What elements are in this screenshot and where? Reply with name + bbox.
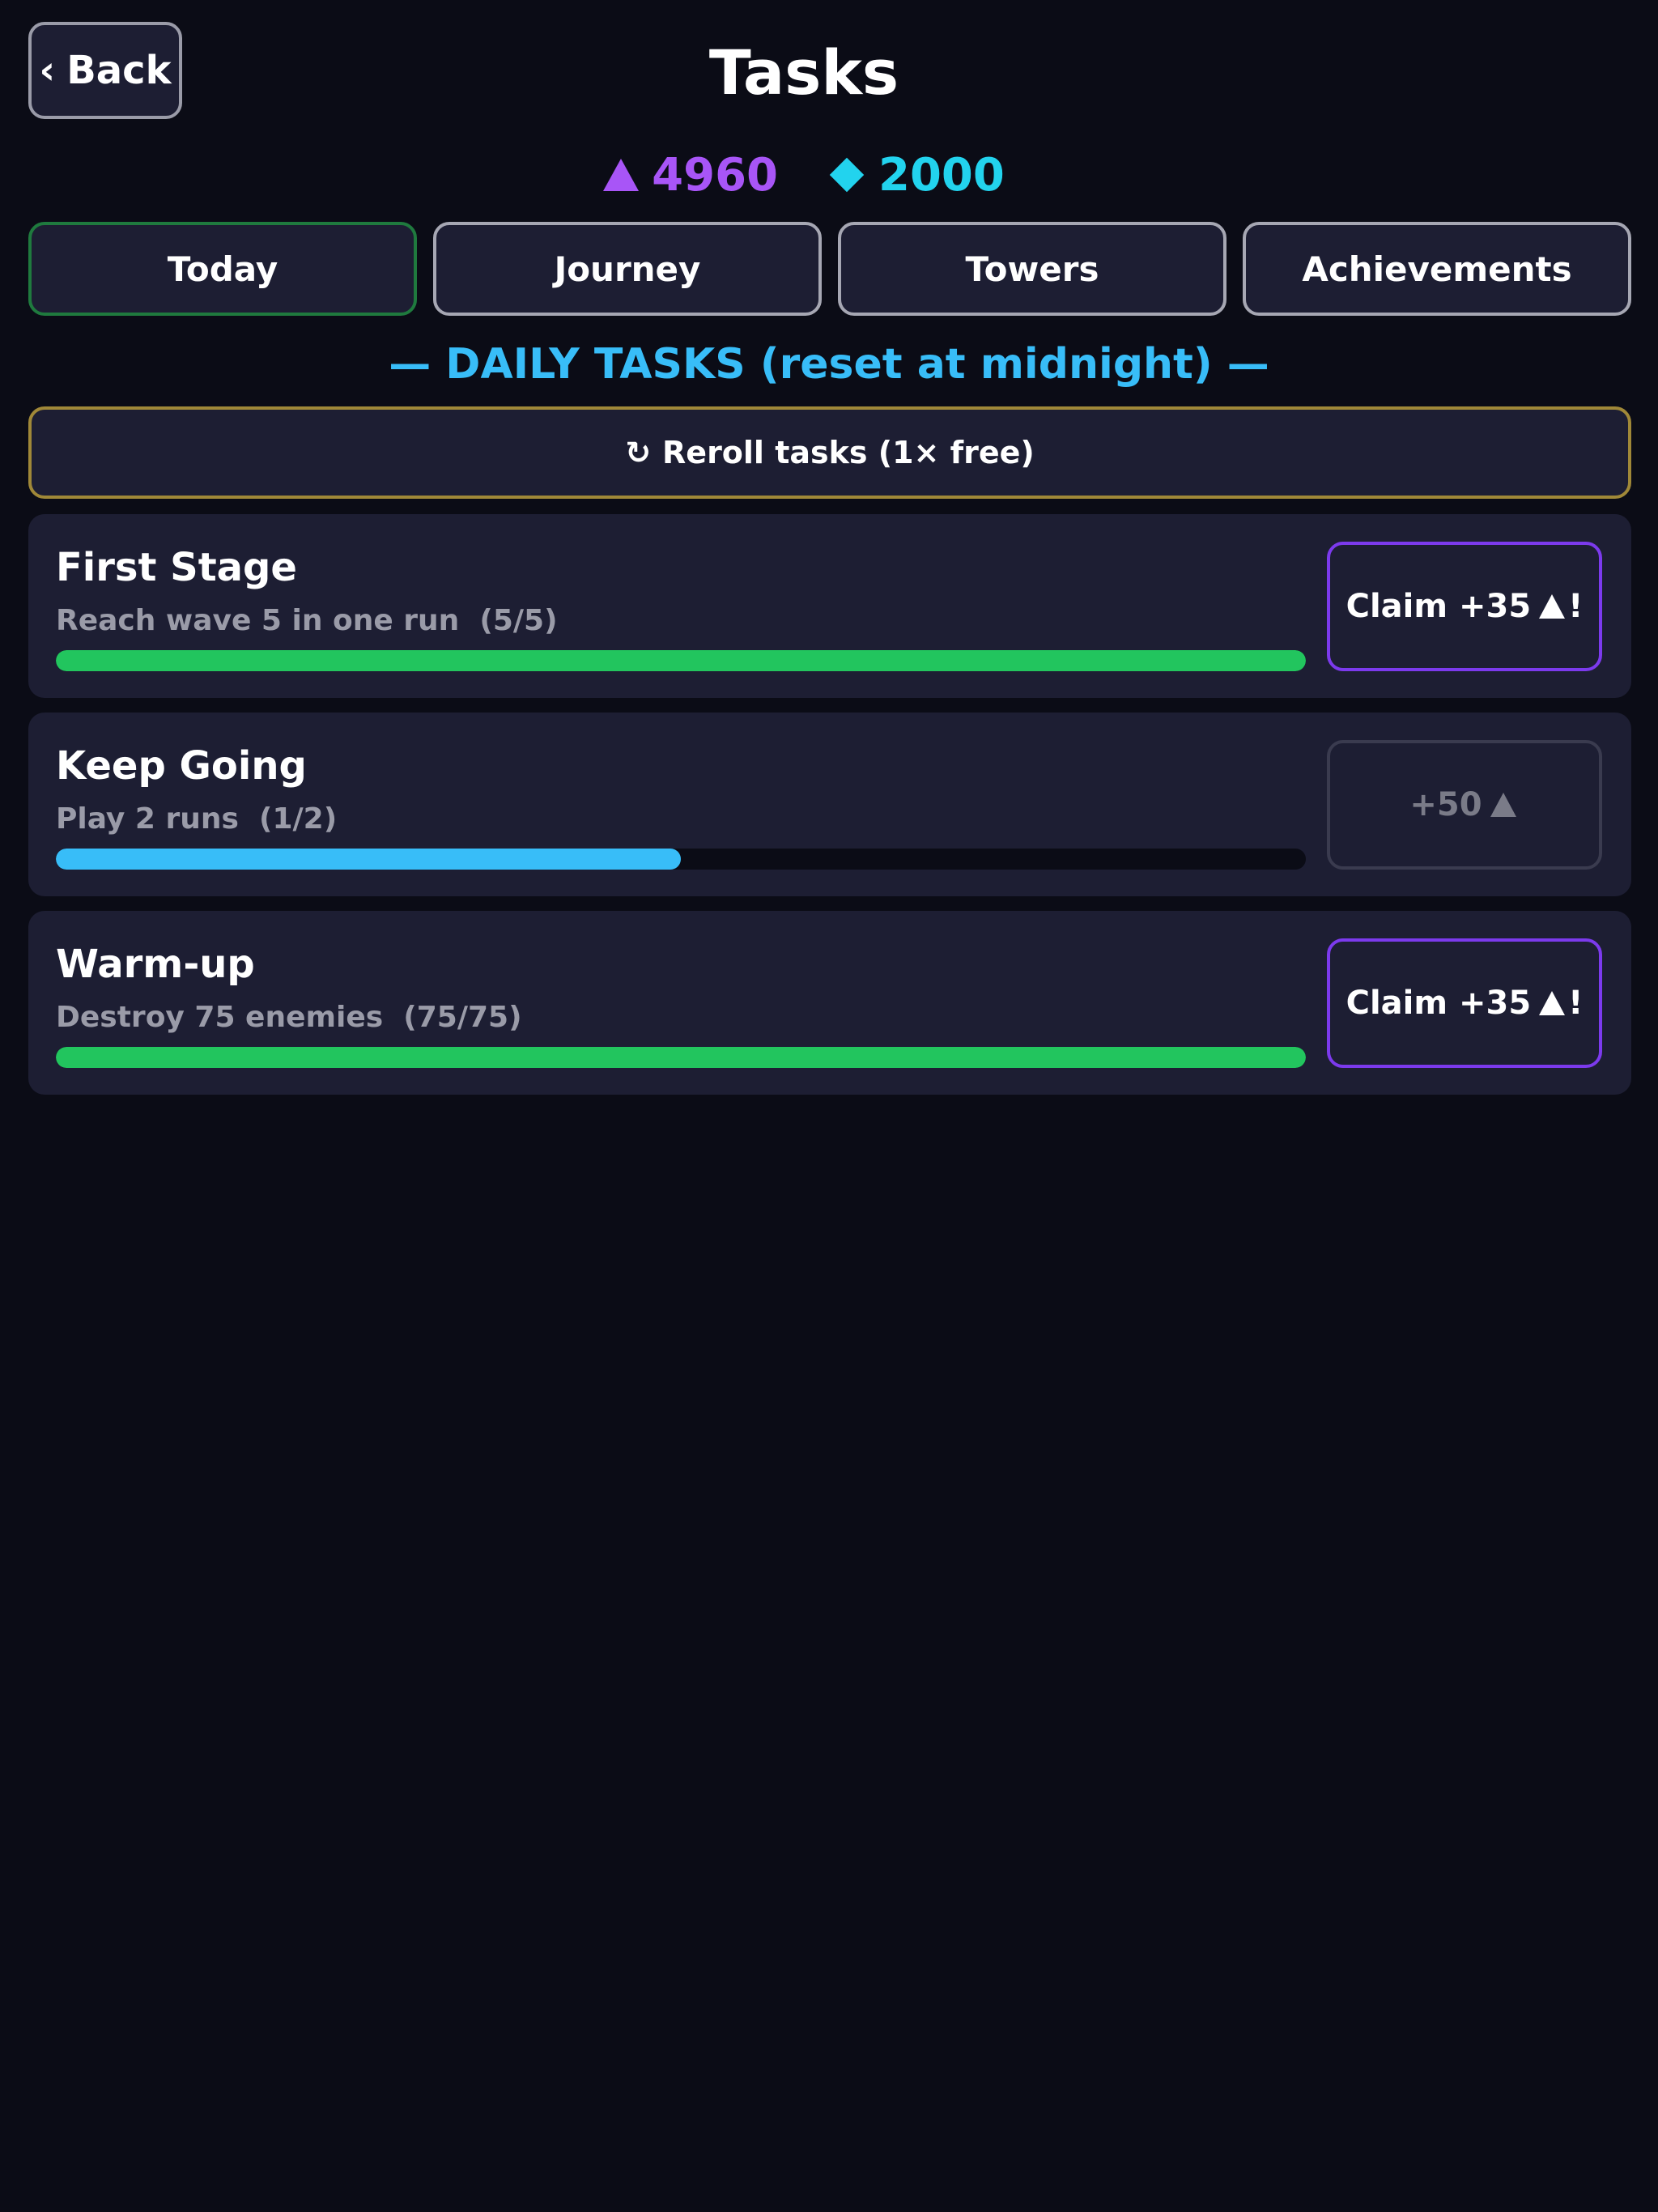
reroll-label: Reroll tasks (1× free) (662, 435, 1035, 470)
task-progress-bar (56, 650, 1306, 671)
task-list: First Stage Reach wave 5 in one run (5/5… (28, 514, 1631, 1109)
task-card: Warm-up Destroy 75 enemies (75/75) Claim… (28, 911, 1631, 1095)
gems-counter: 4960 (603, 149, 778, 202)
task-name: Keep Going (56, 743, 307, 789)
task-progress-fill (56, 1047, 1306, 1068)
gem-triangle-icon (1490, 793, 1516, 817)
reward-button-locked[interactable]: +50 (1327, 740, 1602, 870)
tab-achievements[interactable]: Achievements (1243, 222, 1631, 316)
tab-today[interactable]: Today (28, 222, 417, 316)
crystals-value: 2000 (878, 148, 1005, 202)
claim-reward-button[interactable]: Claim +35 ! (1327, 938, 1602, 1068)
gem-triangle-icon (603, 159, 640, 191)
task-name: Warm-up (56, 942, 255, 987)
currency-bar: 4960 2000 (0, 143, 1608, 207)
task-card: Keep Going Play 2 runs (1/2) +50 (28, 713, 1631, 896)
task-description: Destroy 75 enemies (75/75) (56, 1001, 522, 1034)
task-progress-bar (56, 1047, 1306, 1068)
task-name: First Stage (56, 545, 297, 590)
claim-suffix: ! (1568, 985, 1584, 1022)
task-card: First Stage Reach wave 5 in one run (5/5… (28, 514, 1631, 698)
reroll-tasks-button[interactable]: ↻ Reroll tasks (1× free) (28, 406, 1631, 499)
tasks-screen: ‹ Back Tasks 4960 2000 Today Journey Tow… (0, 0, 1658, 2212)
task-description: Reach wave 5 in one run (5/5) (56, 604, 558, 637)
refresh-icon: ↻ (625, 435, 652, 470)
gem-triangle-icon (1539, 991, 1566, 1015)
claim-label: Claim +35 (1346, 588, 1532, 625)
reward-label: +50 (1409, 786, 1482, 823)
task-progress-fill (56, 849, 681, 870)
task-description: Play 2 runs (1/2) (56, 802, 338, 836)
tab-bar: Today Journey Towers Achievements (28, 222, 1631, 316)
claim-label: Claim +35 (1346, 985, 1532, 1022)
gem-triangle-icon (1539, 594, 1566, 619)
page-title: Tasks (708, 36, 899, 108)
task-progress-bar (56, 849, 1306, 870)
task-progress-fill (56, 650, 1306, 671)
crystals-counter: 2000 (829, 148, 1005, 202)
gems-value: 4960 (652, 148, 778, 202)
claim-suffix: ! (1568, 588, 1584, 625)
claim-reward-button[interactable]: Claim +35 ! (1327, 542, 1602, 671)
crystal-diamond-icon (829, 157, 865, 193)
tab-towers[interactable]: Towers (838, 222, 1226, 316)
daily-tasks-heading: — DAILY TASKS (reset at midnight) — (389, 340, 1269, 389)
tab-journey[interactable]: Journey (433, 222, 822, 316)
